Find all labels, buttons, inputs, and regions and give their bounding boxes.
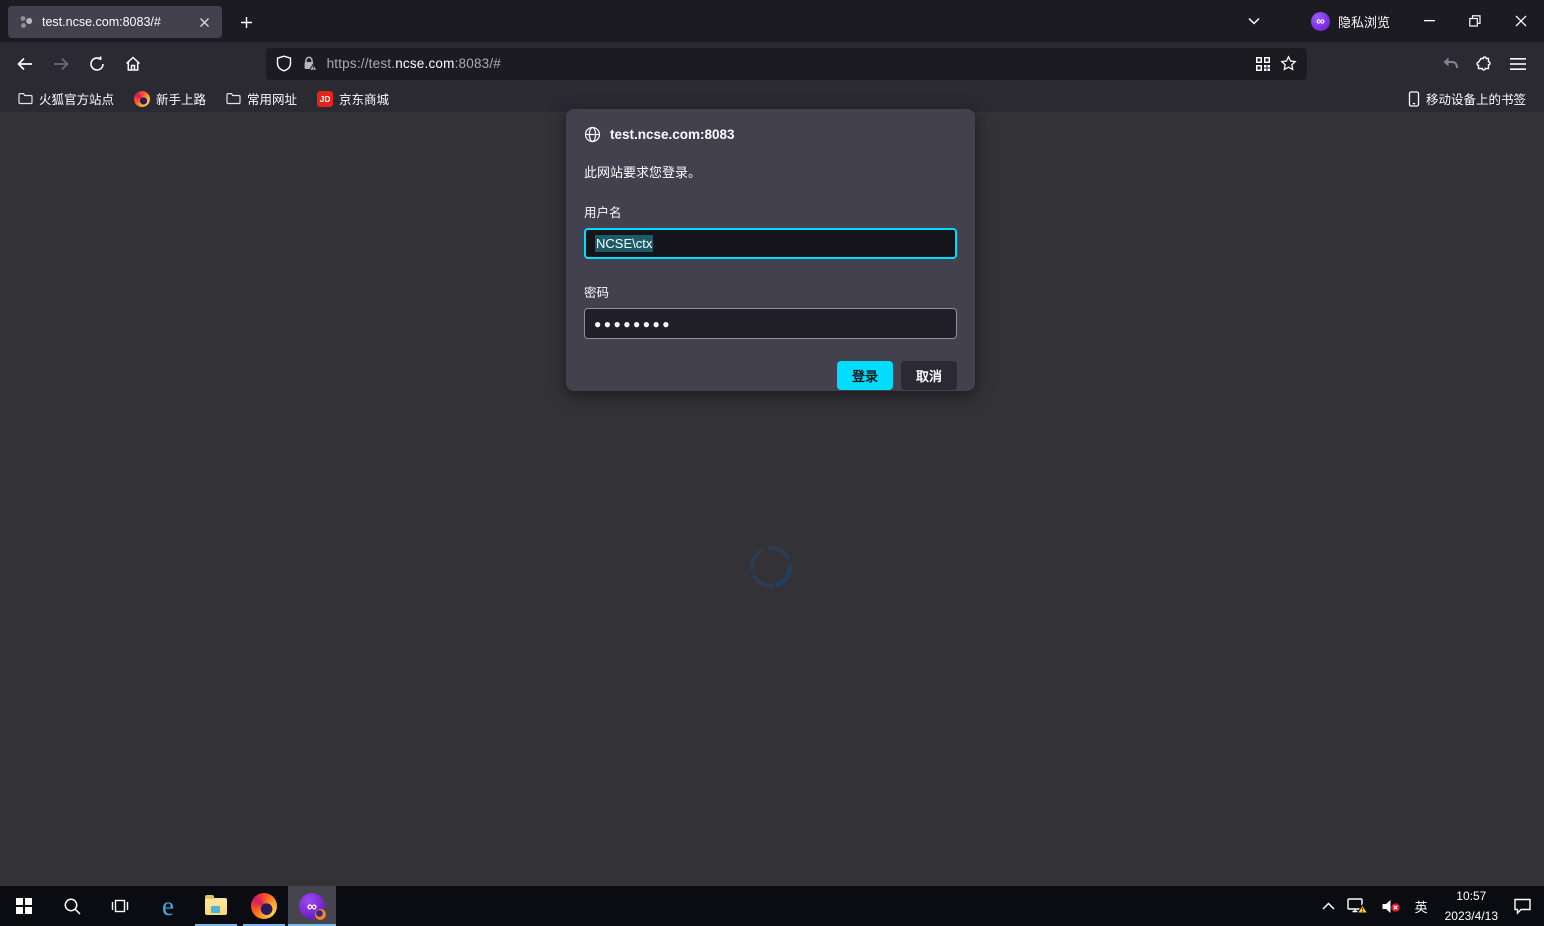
menu-hamburger-icon[interactable]	[1502, 47, 1534, 81]
file-explorer-icon	[205, 898, 227, 915]
taskbar-search-button[interactable]	[48, 886, 96, 926]
window-minimize-button[interactable]	[1406, 0, 1452, 42]
private-mask-icon: ∞	[1311, 12, 1330, 31]
bookmark-folder-common-sites[interactable]: 常用网址	[220, 87, 303, 110]
extensions-puzzle-icon[interactable]	[1468, 47, 1500, 81]
bookmark-folder-firefox-official[interactable]: 火狐官方站点	[12, 87, 120, 110]
internet-explorer-icon: e	[162, 893, 174, 920]
username-value-selected: NCSE\ctx	[595, 235, 653, 252]
forward-button[interactable]	[44, 47, 78, 81]
firefox-private-button[interactable]: ∞	[288, 886, 336, 926]
browser-titlebar: test.ncse.com:8083/# ∞ 隐私浏览	[0, 0, 1544, 42]
url-domain: ncse.com	[395, 56, 454, 71]
volume-muted-icon[interactable]	[1375, 886, 1407, 926]
clock-date: 2023/4/13	[1445, 909, 1498, 924]
http-auth-dialog: test.ncse.com:8083 此网站要求您登录。 用户名 NCSE\ct…	[566, 109, 975, 391]
window-close-button[interactable]	[1498, 0, 1544, 42]
file-explorer-button[interactable]	[192, 886, 240, 926]
reload-button[interactable]	[80, 47, 114, 81]
firefox-private-icon: ∞	[299, 893, 325, 919]
bookmark-label: 常用网址	[247, 89, 297, 108]
private-browsing-badge: ∞ 隐私浏览	[1311, 12, 1390, 31]
url-text[interactable]: https://test.ncse.com:8083/#	[327, 56, 501, 71]
task-view-button[interactable]	[96, 886, 144, 926]
list-all-tabs-chevron-icon[interactable]	[1239, 6, 1269, 36]
folder-icon	[18, 92, 33, 105]
private-badge-label: 隐私浏览	[1338, 12, 1390, 31]
page-loading-spinner	[747, 543, 795, 591]
new-tab-button[interactable]	[232, 9, 260, 35]
system-tray: 英 10:57 2023/4/13	[1316, 886, 1544, 926]
tab-title: test.ncse.com:8083/#	[42, 15, 186, 29]
internet-explorer-button[interactable]: e	[144, 886, 192, 926]
password-input[interactable]: ●●●●●●●●	[584, 308, 957, 339]
password-field-group: 密码 ●●●●●●●●	[584, 282, 957, 339]
navigation-toolbar: https://test.ncse.com:8083/#	[0, 42, 1544, 85]
auth-dialog-header: test.ncse.com:8083	[584, 126, 957, 143]
firefox-button[interactable]	[240, 886, 288, 926]
bookmark-label: 京东商城	[339, 89, 389, 108]
bookmark-label: 新手上路	[156, 89, 206, 108]
browser-tab[interactable]: test.ncse.com:8083/#	[8, 6, 222, 38]
jd-logo-icon: JD	[317, 91, 333, 107]
task-view-icon	[110, 897, 130, 915]
mobile-bookmarks-label: 移动设备上的书签	[1426, 89, 1526, 108]
titlebar-right-cluster: ∞ 隐私浏览	[1239, 0, 1544, 42]
bookmark-label: 火狐官方站点	[39, 89, 114, 108]
bookmarks-toolbar: 火狐官方站点 新手上路 常用网址 JD 京东商城 移动设备上的书签	[0, 85, 1544, 112]
search-icon	[63, 897, 82, 916]
back-button[interactable]	[8, 47, 42, 81]
window-restore-button[interactable]	[1452, 0, 1498, 42]
qr-code-page-action-icon[interactable]	[1255, 56, 1271, 72]
username-label: 用户名	[584, 202, 957, 221]
tab-close-icon[interactable]	[194, 12, 214, 32]
auth-dialog-actions: 登录 取消	[584, 361, 957, 390]
clock-time: 10:57	[1456, 889, 1486, 904]
site-favicon-icon	[18, 14, 34, 30]
bookmark-getting-started[interactable]: 新手上路	[128, 87, 212, 110]
desktop: { "window": { "tab_title": "test.ncse.co…	[0, 0, 1544, 926]
username-input[interactable]: NCSE\ctx	[584, 228, 957, 259]
lock-warning-icon[interactable]	[301, 55, 318, 72]
toolbar-right-buttons	[1434, 47, 1536, 81]
globe-icon	[584, 126, 601, 143]
action-center-icon[interactable]	[1507, 886, 1538, 926]
bookmark-jd-mall[interactable]: JD 京东商城	[311, 87, 395, 110]
taskbar-clock[interactable]: 10:57 2023/4/13	[1436, 886, 1507, 926]
firefox-icon	[251, 893, 277, 919]
smartphone-icon	[1408, 91, 1420, 107]
login-button[interactable]: 登录	[837, 361, 893, 390]
url-suffix: :8083/#	[455, 56, 501, 71]
tray-chevron-up-icon[interactable]	[1316, 886, 1341, 926]
url-scheme: https://test.	[327, 56, 396, 71]
bookmark-star-icon[interactable]	[1280, 55, 1297, 72]
home-button[interactable]	[116, 47, 150, 81]
network-warning-icon[interactable]	[1341, 886, 1375, 926]
cancel-button[interactable]: 取消	[901, 361, 957, 390]
windows-taskbar: e ∞ 英 10:57	[0, 886, 1544, 926]
auth-message: 此网站要求您登录。	[584, 162, 957, 181]
mobile-bookmarks-folder[interactable]: 移动设备上的书签	[1402, 87, 1532, 110]
folder-icon	[226, 92, 241, 105]
firefox-logo-icon	[134, 91, 150, 107]
page-content: test.ncse.com:8083 此网站要求您登录。 用户名 NCSE\ct…	[0, 112, 1544, 886]
undo-arrow-icon[interactable]	[1434, 47, 1466, 81]
password-masked-value: ●●●●●●●●	[594, 317, 672, 331]
url-bar[interactable]: https://test.ncse.com:8083/#	[266, 48, 1307, 80]
start-button[interactable]	[0, 886, 48, 926]
tracking-shield-icon[interactable]	[276, 55, 292, 72]
input-language-indicator[interactable]: 英	[1407, 886, 1436, 926]
windows-logo-icon	[16, 898, 32, 914]
auth-host: test.ncse.com:8083	[610, 127, 735, 142]
password-label: 密码	[584, 282, 957, 301]
